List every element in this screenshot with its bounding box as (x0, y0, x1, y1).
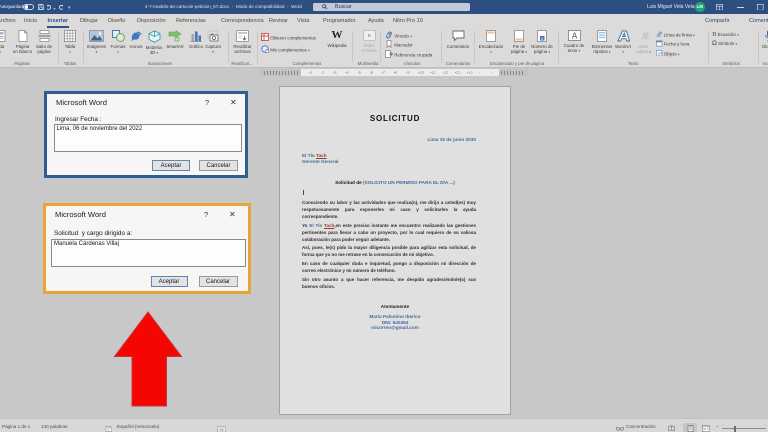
svg-text:A: A (571, 31, 577, 40)
